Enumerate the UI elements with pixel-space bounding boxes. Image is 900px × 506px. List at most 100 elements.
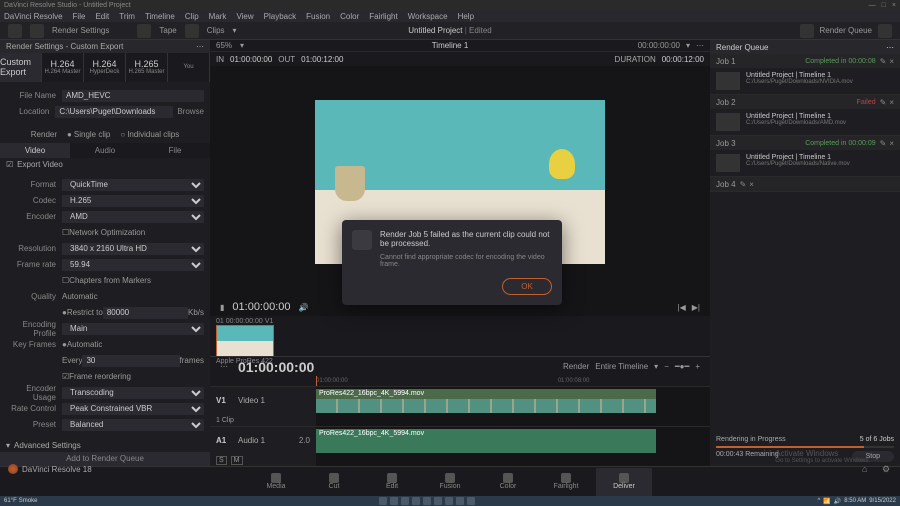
v1-track-header[interactable]: V1Video 1	[210, 387, 316, 414]
queue-job-3[interactable]: Job 3Completed in 00:00:09✎× Untitled Pr…	[710, 136, 900, 177]
a1-track-header[interactable]: A1Audio 12.0	[210, 427, 316, 454]
zoom-slider[interactable]: ━●━	[675, 362, 689, 371]
wifi-icon[interactable]: 📶	[823, 498, 830, 505]
video-clip[interactable]: ProRes422_16bpc_4K_5994.mov	[316, 389, 656, 413]
preset-select[interactable]: Balanced	[62, 419, 204, 431]
audio-clip[interactable]: ProRes422_16bpc_4K_5994.mov	[316, 429, 656, 453]
remove-icon[interactable]: ×	[889, 57, 894, 66]
zoom-level[interactable]: 65%	[216, 41, 232, 50]
clock-time[interactable]: 8:50 AM	[844, 498, 866, 504]
queue-job-4[interactable]: Job 4✎×	[710, 177, 900, 192]
nav-color[interactable]: Color	[480, 468, 536, 496]
individual-clips-radio[interactable]: ○ Individual clips	[120, 130, 179, 139]
center-menu-icon[interactable]: ⋯	[696, 41, 704, 50]
start-icon[interactable]	[379, 497, 387, 505]
sidebar-toggle-icon[interactable]	[8, 24, 22, 38]
tray-chevron-icon[interactable]: ^	[817, 498, 820, 504]
panel-menu-icon[interactable]: ⋯	[196, 42, 204, 51]
nav-fusion[interactable]: Fusion	[422, 468, 478, 496]
weather-temp[interactable]: 61°F	[4, 498, 17, 504]
render-scope-select[interactable]: Entire Timeline	[595, 362, 648, 371]
frame-reorder-checkbox[interactable]: ☑	[62, 372, 69, 381]
app-icon-2[interactable]	[445, 497, 453, 505]
menu-fusion[interactable]: Fusion	[306, 12, 330, 21]
zoom-chevron-icon[interactable]: ▾	[240, 41, 244, 50]
next-clip-icon[interactable]: ▶|	[692, 303, 700, 312]
nav-deliver[interactable]: Deliver	[596, 468, 652, 496]
tab-video[interactable]: Video	[0, 143, 70, 158]
expand-icon[interactable]	[878, 24, 892, 38]
scope-chevron-icon[interactable]: ▾	[654, 362, 658, 371]
task-view-icon[interactable]	[401, 497, 409, 505]
queue-job-1[interactable]: Job 1Completed in 00:00:08✎× Untitled Pr…	[710, 54, 900, 95]
chapters-checkbox[interactable]: ☐	[62, 276, 69, 285]
framerate-select[interactable]: 59.94	[62, 259, 204, 271]
prev-clip-icon[interactable]: |◀	[678, 303, 686, 312]
menu-clip[interactable]: Clip	[185, 12, 199, 21]
format-select[interactable]: QuickTime	[62, 179, 204, 191]
preset-h265[interactable]: H.265H.265 Master	[126, 53, 168, 82]
menu-playback[interactable]: Playback	[264, 12, 296, 21]
close-icon[interactable]: ×	[892, 2, 896, 9]
ratecontrol-select[interactable]: Peak Constrained VBR	[62, 403, 204, 415]
menu-workspace[interactable]: Workspace	[408, 12, 448, 21]
menu-color[interactable]: Color	[340, 12, 359, 21]
codec-select[interactable]: H.265	[62, 195, 204, 207]
chevron-down-icon[interactable]: ▾	[233, 26, 237, 35]
browse-button[interactable]: Browse	[177, 107, 204, 116]
windows-taskbar[interactable]: 61°F Smoke ^ 📶 🔊 8:50 AM 9/15/2022	[0, 496, 900, 506]
menu-mark[interactable]: Mark	[209, 12, 227, 21]
nav-cut[interactable]: Cut	[306, 468, 362, 496]
zoom-out-icon[interactable]: −	[664, 362, 669, 371]
minimize-icon[interactable]: —	[869, 2, 876, 9]
remove-icon[interactable]: ×	[889, 98, 894, 107]
nav-fairlight[interactable]: Fairlight	[538, 468, 594, 496]
maximize-icon[interactable]: □	[882, 2, 886, 9]
edit-icon[interactable]: ✎	[880, 57, 887, 66]
menu-file[interactable]: File	[73, 12, 86, 21]
solo-button[interactable]: S	[216, 456, 227, 465]
app-icon-4[interactable]	[467, 497, 475, 505]
remove-icon[interactable]: ×	[889, 139, 894, 148]
ok-button[interactable]: OK	[502, 278, 552, 295]
preset-custom[interactable]: Custom Export	[0, 53, 42, 82]
preset-h264-hyperdeck[interactable]: H.264HyperDeck	[84, 53, 126, 82]
encprofile-select[interactable]: Main	[62, 323, 204, 335]
render-queue-icon[interactable]	[800, 24, 814, 38]
mute-button[interactable]: M	[231, 456, 243, 465]
encoder-select[interactable]: AMD	[62, 211, 204, 223]
menu-davinci[interactable]: DaVinci Resolve	[4, 12, 63, 21]
gear-icon[interactable]: ⚙	[882, 464, 892, 474]
audio-icon[interactable]: 🔊	[299, 303, 309, 312]
filename-input[interactable]	[62, 90, 204, 102]
search-icon[interactable]	[390, 497, 398, 505]
queue-job-2[interactable]: Job 2Failed✎× Untitled Project | Timelin…	[710, 95, 900, 136]
edit-icon[interactable]: ✎	[880, 98, 887, 107]
explorer-icon[interactable]	[412, 497, 420, 505]
clock-date[interactable]: 9/15/2022	[869, 498, 896, 504]
remove-icon[interactable]: ×	[749, 180, 754, 189]
playhead[interactable]	[316, 376, 317, 386]
volume-icon[interactable]: 🔊	[834, 498, 841, 505]
menu-view[interactable]: View	[236, 12, 253, 21]
edit-icon[interactable]: ✎	[880, 139, 887, 148]
tape-label[interactable]: Tape	[159, 26, 176, 35]
menu-trim[interactable]: Trim	[119, 12, 135, 21]
location-input[interactable]	[55, 106, 173, 118]
timeline-menu-icon[interactable]: ⋯	[220, 362, 228, 371]
home-icon[interactable]: ⌂	[862, 464, 872, 474]
render-settings-label[interactable]: Render Settings	[52, 26, 109, 35]
tape-icon[interactable]	[137, 24, 151, 38]
render-settings-icon[interactable]	[30, 24, 44, 38]
netopt-checkbox[interactable]: ☐	[62, 228, 69, 237]
encusage-select[interactable]: Transcoding	[62, 387, 204, 399]
render-queue-label[interactable]: Render Queue	[820, 26, 872, 35]
edge-icon[interactable]	[423, 497, 431, 505]
preset-h264-master[interactable]: H.264H.264 Master	[42, 53, 84, 82]
app-icon[interactable]	[434, 497, 442, 505]
app-icon-3[interactable]	[456, 497, 464, 505]
nav-media[interactable]: Media	[248, 468, 304, 496]
menu-help[interactable]: Help	[458, 12, 474, 21]
range-marker-icon[interactable]: ▮	[220, 303, 224, 312]
export-video-checkbox[interactable]: ☑	[6, 160, 13, 169]
